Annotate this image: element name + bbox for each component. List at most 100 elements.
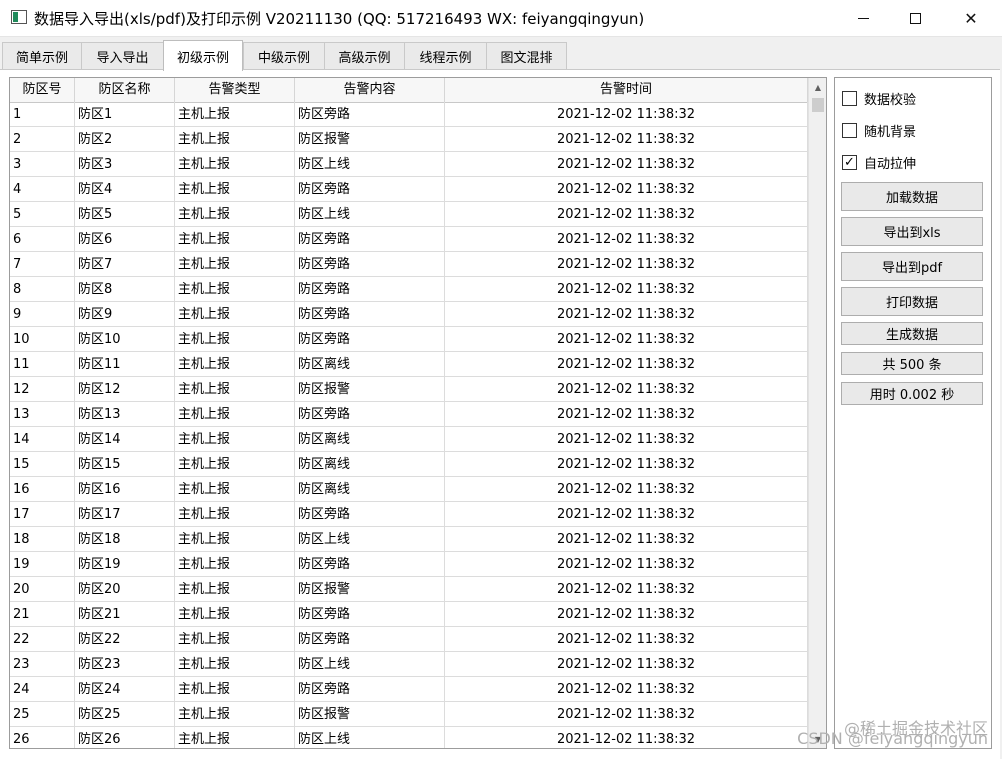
cell-alarm-type[interactable]: 主机上报: [175, 352, 295, 376]
cell-alarm-type[interactable]: 主机上报: [175, 152, 295, 176]
cell-zone-id[interactable]: 2: [10, 127, 75, 151]
cell-zone-id[interactable]: 19: [10, 552, 75, 576]
cell-alarm-content[interactable]: 防区旁路: [295, 677, 445, 701]
cell-alarm-content[interactable]: 防区旁路: [295, 402, 445, 426]
cell-alarm-time[interactable]: 2021-12-02 11:38:32: [445, 252, 808, 276]
tab-basic[interactable]: 初级示例: [163, 40, 243, 71]
table-row[interactable]: 9 防区9 主机上报 防区旁路 2021-12-02 11:38:32: [10, 302, 808, 327]
cell-alarm-content[interactable]: 防区旁路: [295, 552, 445, 576]
cell-zone-name[interactable]: 防区2: [75, 127, 175, 151]
cell-alarm-time[interactable]: 2021-12-02 11:38:32: [445, 102, 808, 126]
cell-alarm-time[interactable]: 2021-12-02 11:38:32: [445, 502, 808, 526]
cell-alarm-type[interactable]: 主机上报: [175, 552, 295, 576]
cell-zone-name[interactable]: 防区8: [75, 277, 175, 301]
generate-data-button[interactable]: 生成数据: [841, 322, 983, 345]
cell-alarm-content[interactable]: 防区旁路: [295, 327, 445, 351]
checkbox-box[interactable]: [842, 122, 857, 138]
cell-alarm-time[interactable]: 2021-12-02 11:38:32: [445, 127, 808, 151]
cell-alarm-content[interactable]: 防区上线: [295, 527, 445, 551]
export-pdf-button[interactable]: 导出到pdf: [841, 252, 983, 281]
checkbox-box[interactable]: [842, 90, 857, 106]
scroll-up-arrow-icon[interactable]: ▲: [809, 78, 826, 96]
cell-alarm-time[interactable]: 2021-12-02 11:38:32: [445, 352, 808, 376]
cell-alarm-type[interactable]: 主机上报: [175, 202, 295, 226]
cell-zone-name[interactable]: 防区17: [75, 502, 175, 526]
cell-alarm-content[interactable]: 防区旁路: [295, 177, 445, 201]
cell-zone-id[interactable]: 11: [10, 352, 75, 376]
cell-alarm-type[interactable]: 主机上报: [175, 577, 295, 601]
table-row[interactable]: 16 防区16 主机上报 防区离线 2021-12-02 11:38:32: [10, 477, 808, 502]
cell-alarm-time[interactable]: 2021-12-02 11:38:32: [445, 327, 808, 351]
cell-zone-id[interactable]: 10: [10, 327, 75, 351]
maximize-button[interactable]: [892, 0, 938, 36]
cell-zone-name[interactable]: 防区14: [75, 427, 175, 451]
cell-alarm-type[interactable]: 主机上报: [175, 702, 295, 726]
cell-zone-id[interactable]: 6: [10, 227, 75, 251]
scroll-thumb[interactable]: [812, 98, 824, 112]
cell-zone-id[interactable]: 5: [10, 202, 75, 226]
cell-zone-name[interactable]: 防区13: [75, 402, 175, 426]
cell-alarm-content[interactable]: 防区离线: [295, 477, 445, 501]
cell-alarm-time[interactable]: 2021-12-02 11:38:32: [445, 152, 808, 176]
cell-zone-id[interactable]: 25: [10, 702, 75, 726]
tab-mixed[interactable]: 图文混排: [486, 42, 567, 69]
load-data-button[interactable]: 加载数据: [841, 182, 983, 211]
table-row[interactable]: 11 防区11 主机上报 防区离线 2021-12-02 11:38:32: [10, 352, 808, 377]
column-header-alarm-content[interactable]: 告警内容: [295, 78, 445, 102]
cell-alarm-type[interactable]: 主机上报: [175, 302, 295, 326]
checkbox-random-background[interactable]: 随机背景: [842, 120, 916, 140]
cell-zone-name[interactable]: 防区23: [75, 652, 175, 676]
cell-alarm-time[interactable]: 2021-12-02 11:38:32: [445, 227, 808, 251]
table-row[interactable]: 8 防区8 主机上报 防区旁路 2021-12-02 11:38:32: [10, 277, 808, 302]
cell-alarm-time[interactable]: 2021-12-02 11:38:32: [445, 677, 808, 701]
cell-zone-id[interactable]: 8: [10, 277, 75, 301]
table-row[interactable]: 22 防区22 主机上报 防区旁路 2021-12-02 11:38:32: [10, 627, 808, 652]
column-header-zone-id[interactable]: 防区号: [10, 78, 75, 102]
cell-alarm-content[interactable]: 防区旁路: [295, 502, 445, 526]
cell-zone-name[interactable]: 防区12: [75, 377, 175, 401]
cell-zone-name[interactable]: 防区25: [75, 702, 175, 726]
cell-alarm-time[interactable]: 2021-12-02 11:38:32: [445, 552, 808, 576]
cell-alarm-time[interactable]: 2021-12-02 11:38:32: [445, 377, 808, 401]
cell-alarm-content[interactable]: 防区上线: [295, 152, 445, 176]
cell-zone-id[interactable]: 21: [10, 602, 75, 626]
cell-zone-name[interactable]: 防区10: [75, 327, 175, 351]
cell-alarm-content[interactable]: 防区旁路: [295, 252, 445, 276]
cell-alarm-content[interactable]: 防区报警: [295, 127, 445, 151]
cell-zone-name[interactable]: 防区11: [75, 352, 175, 376]
cell-alarm-time[interactable]: 2021-12-02 11:38:32: [445, 202, 808, 226]
close-button[interactable]: ✕: [948, 0, 994, 36]
cell-alarm-type[interactable]: 主机上报: [175, 327, 295, 351]
cell-alarm-type[interactable]: 主机上报: [175, 177, 295, 201]
cell-alarm-type[interactable]: 主机上报: [175, 277, 295, 301]
checkbox-data-validate[interactable]: 数据校验: [842, 88, 916, 108]
table-row[interactable]: 19 防区19 主机上报 防区旁路 2021-12-02 11:38:32: [10, 552, 808, 577]
table-row[interactable]: 7 防区7 主机上报 防区旁路 2021-12-02 11:38:32: [10, 252, 808, 277]
tab-import-export[interactable]: 导入导出: [81, 42, 164, 69]
cell-alarm-type[interactable]: 主机上报: [175, 227, 295, 251]
cell-zone-name[interactable]: 防区9: [75, 302, 175, 326]
cell-zone-id[interactable]: 26: [10, 727, 75, 748]
cell-alarm-content[interactable]: 防区旁路: [295, 227, 445, 251]
cell-zone-id[interactable]: 18: [10, 527, 75, 551]
cell-alarm-type[interactable]: 主机上报: [175, 127, 295, 151]
cell-zone-name[interactable]: 防区15: [75, 452, 175, 476]
cell-alarm-time[interactable]: 2021-12-02 11:38:32: [445, 627, 808, 651]
cell-alarm-type[interactable]: 主机上报: [175, 627, 295, 651]
cell-alarm-content[interactable]: 防区旁路: [295, 302, 445, 326]
cell-zone-name[interactable]: 防区6: [75, 227, 175, 251]
cell-alarm-content[interactable]: 防区离线: [295, 427, 445, 451]
cell-alarm-content[interactable]: 防区旁路: [295, 102, 445, 126]
cell-alarm-content[interactable]: 防区上线: [295, 652, 445, 676]
tab-simple[interactable]: 简单示例: [2, 42, 82, 69]
table-row[interactable]: 5 防区5 主机上报 防区上线 2021-12-02 11:38:32: [10, 202, 808, 227]
cell-alarm-type[interactable]: 主机上报: [175, 252, 295, 276]
cell-alarm-content[interactable]: 防区离线: [295, 352, 445, 376]
cell-zone-id[interactable]: 17: [10, 502, 75, 526]
cell-alarm-time[interactable]: 2021-12-02 11:38:32: [445, 602, 808, 626]
cell-alarm-type[interactable]: 主机上报: [175, 377, 295, 401]
table-row[interactable]: 6 防区6 主机上报 防区旁路 2021-12-02 11:38:32: [10, 227, 808, 252]
cell-alarm-type[interactable]: 主机上报: [175, 402, 295, 426]
table-row[interactable]: 24 防区24 主机上报 防区旁路 2021-12-02 11:38:32: [10, 677, 808, 702]
checkbox-box[interactable]: ✓: [842, 154, 857, 170]
